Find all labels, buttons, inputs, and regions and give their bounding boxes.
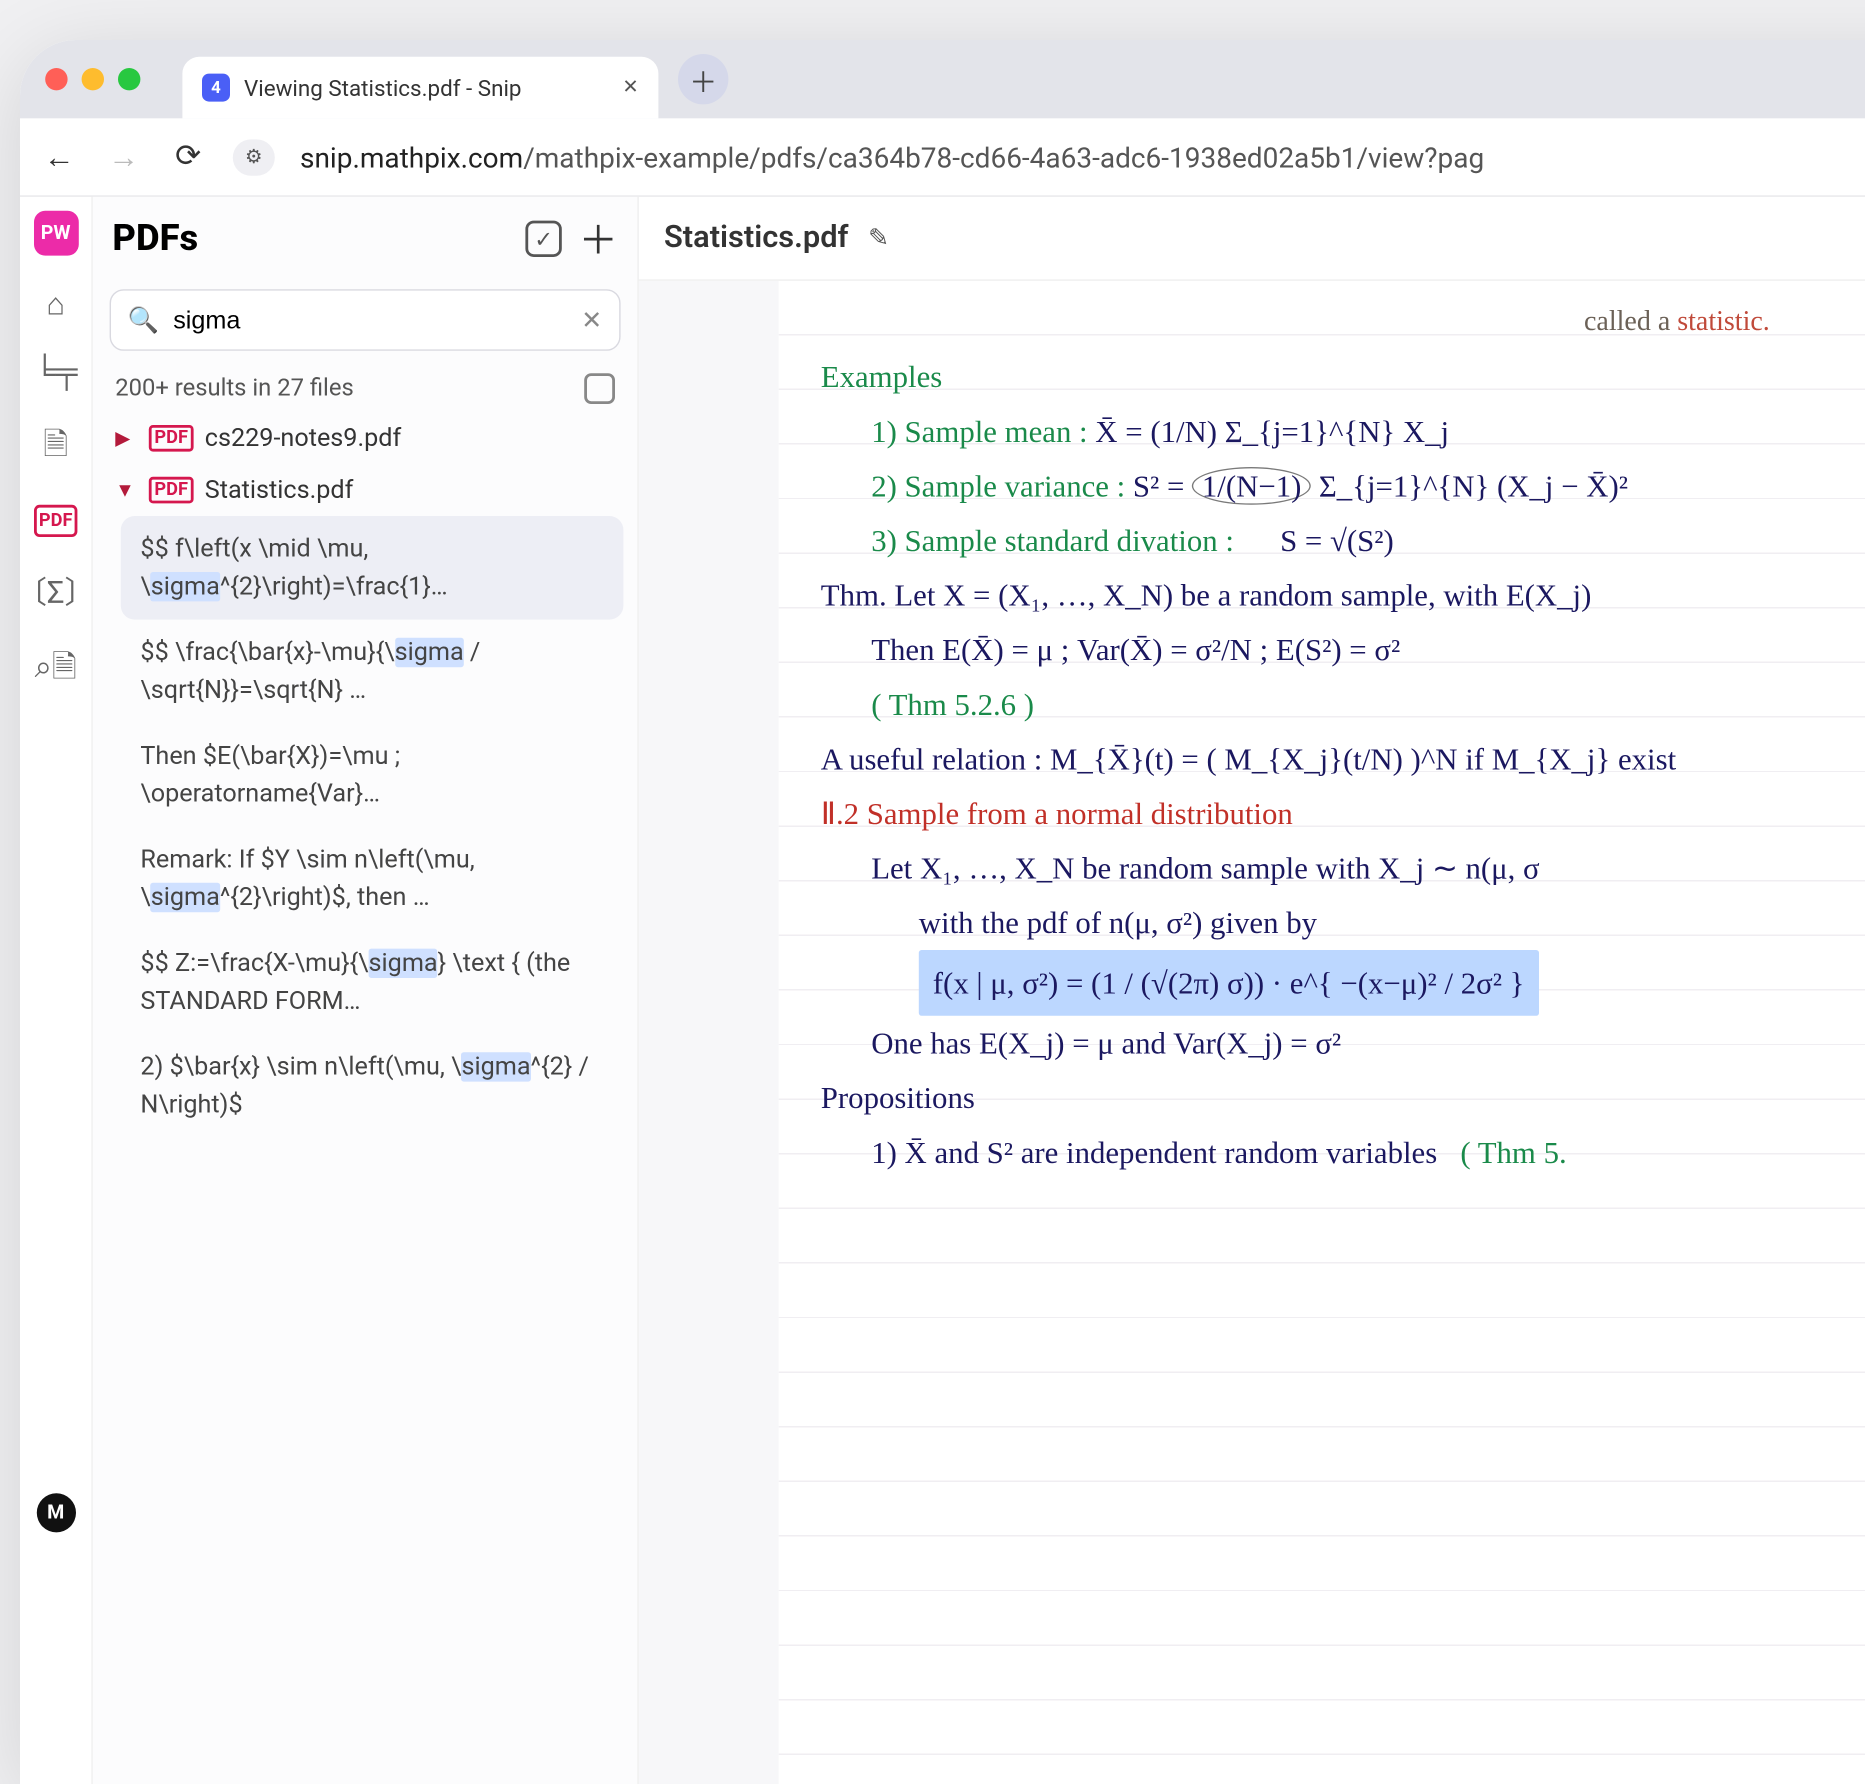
url-host: snip.mathpix.com (300, 140, 523, 174)
example-formula: S = √(S²) (1280, 523, 1394, 558)
reload-button[interactable]: ⟳ (168, 139, 207, 174)
heading-examples: Examples (821, 349, 1865, 404)
new-tab-button[interactable]: ＋ (678, 54, 728, 104)
workspace-badge[interactable]: PW (33, 211, 78, 256)
one-has-line: One has E(X_j) = μ and Var(X_j) = σ² (821, 1016, 1865, 1071)
clear-search-button[interactable]: ✕ (581, 305, 602, 334)
chevron-down-icon: ▼ (115, 478, 137, 502)
search-hit[interactable]: $$ \frac{\bar{x}-\mu}{\sigma / \sqrt{N}}… (121, 620, 624, 724)
capture-icon[interactable]: 〔Σ〕 (20, 568, 95, 613)
file-name: cs229-notes9.pdf (205, 424, 401, 453)
pdf-badge-icon: PDF (149, 425, 194, 452)
tab-title: Viewing Statistics.pdf - Snip (244, 74, 521, 101)
edit-title-button[interactable]: ✎ (868, 223, 889, 252)
collapse-all-button[interactable] (584, 373, 615, 404)
let-line: Let X₁, …, X_N be random sample with X_j… (871, 851, 1539, 886)
close-window-button[interactable] (45, 68, 67, 90)
browser-window: 4 Viewing Statistics.pdf - Snip ✕ ＋ ← → … (20, 40, 1865, 1784)
nav-rail: PW ⌂ ╘╤ 🗎 PDF 〔Σ〕 ⌕🗎 M (20, 197, 93, 1784)
search-hit[interactable]: Then $E(\bar{X})=\mu ; \operatorname{Var… (121, 723, 624, 827)
chevron-right-icon: ▶ (115, 427, 137, 449)
url-field[interactable]: snip.mathpix.com/mathpix-example/pdfs/ca… (300, 140, 1484, 174)
pdf-page: called a statistic. Examples 1) Sample m… (779, 281, 1865, 1784)
file-name: Statistics.pdf (205, 475, 354, 504)
sidebar-header: PDFs ✓ ＋ (93, 197, 638, 281)
search-input[interactable] (173, 305, 567, 334)
app-root: PW ⌂ ╘╤ 🗎 PDF 〔Σ〕 ⌕🗎 M PDFs ✓ ＋ 🔍 ✕ (20, 197, 1865, 1784)
example-label: 2) Sample variance : (871, 468, 1125, 503)
document-icon[interactable]: 🗎 (43, 421, 68, 474)
nav-forward-button[interactable]: → (104, 139, 143, 175)
search-box[interactable]: 🔍 ✕ (110, 289, 621, 351)
search-hit[interactable]: $$ Z:=\frac{X-\mu}{\sigma} \text { (the … (121, 930, 624, 1034)
browser-tab[interactable]: 4 Viewing Statistics.pdf - Snip ✕ (182, 57, 658, 119)
tab-favicon: 4 (202, 74, 230, 102)
page-text: statistic. (1677, 306, 1770, 337)
sidebar-title: PDFs (112, 218, 508, 260)
pdf-badge-icon: PDF (149, 477, 194, 504)
window-controls (45, 40, 168, 118)
proposition-line: 1) X̄ and S² are independent random vari… (871, 1135, 1437, 1170)
url-path: /mathpix-example/pdfs/ca364b78-cd66-4a63… (523, 140, 1484, 174)
search-hit[interactable]: Remark: If $Y \sim n\left(\mu, \sigma^{2… (121, 827, 624, 931)
nav-back-button[interactable]: ← (40, 139, 79, 175)
pdf-intro-line: with the pdf of n(μ, σ²) given by (821, 895, 1865, 950)
file-row-expanded[interactable]: ▼ PDF Statistics.pdf (93, 464, 638, 516)
results-summary-row: 200+ results in 27 files (93, 359, 638, 412)
theorem-line: Thm. Let X = (X₁, …, X_N) be a random sa… (821, 568, 1865, 623)
highlighted-formula: f(x | μ, σ²) = (1 / (√(2π) σ)) · e^{ −(x… (919, 950, 1539, 1016)
file-row-collapsed[interactable]: ▶ PDF cs229-notes9.pdf (93, 412, 638, 464)
page-text: called a (1584, 306, 1677, 337)
tab-strip: 4 Viewing Statistics.pdf - Snip ✕ ＋ (20, 40, 1865, 118)
close-tab-button[interactable]: ✕ (622, 76, 638, 98)
address-bar: ← → ⟳ ⚙ snip.mathpix.com/mathpix-example… (20, 118, 1865, 196)
pdf-icon[interactable]: PDF (33, 505, 78, 537)
tree-icon[interactable]: ╘╤ (34, 354, 78, 390)
example-label: 1) Sample mean : (871, 414, 1087, 449)
select-mode-button[interactable]: ✓ (525, 221, 561, 257)
relation-line: A useful relation : M_{X̄}(t) = ( M_{X_j… (821, 732, 1865, 787)
proposition-ref: ( Thm 5. (1460, 1135, 1566, 1170)
main-pane: Statistics.pdf ✎ ⊕ ⊖ ⤓ called a statisti… (639, 197, 1865, 1784)
site-controls-button[interactable]: ⚙ (233, 139, 275, 175)
circled-term: 1/(N−1) (1192, 467, 1311, 505)
theorem-line: ; E(S²) = σ² (1252, 632, 1400, 667)
search-doc-icon[interactable]: ⌕🗎 (35, 643, 77, 696)
doc-header: Statistics.pdf ✎ ⊕ ⊖ ⤓ (639, 197, 1865, 281)
propositions-heading: Propositions (821, 1070, 1865, 1125)
minimize-window-button[interactable] (82, 68, 104, 90)
sidebar: PDFs ✓ ＋ 🔍 ✕ 200+ results in 27 files ▶ … (93, 197, 639, 1784)
example-formula: S² = (1133, 468, 1192, 503)
pdf-viewer[interactable]: called a statistic. Examples 1) Sample m… (639, 281, 1865, 1784)
example-formula: X̄ = (1/N) Σ_{j=1}^{N} X_j (1095, 414, 1449, 449)
theorem-formula: σ²/N (1195, 632, 1252, 667)
section-heading: Ⅱ.2 Sample from a normal distribution (821, 786, 1865, 841)
maximize-window-button[interactable] (118, 68, 140, 90)
add-pdf-button[interactable]: ＋ (579, 211, 618, 267)
doc-title: Statistics.pdf (664, 221, 848, 256)
search-icon: 🔍 (128, 305, 159, 334)
results-summary: 200+ results in 27 files (115, 375, 354, 403)
search-hit[interactable]: 2) $\bar{x} \sim n\left(\mu, \sigma^{2} … (121, 1034, 624, 1138)
home-icon[interactable]: ⌂ (46, 286, 65, 322)
theorem-ref: ( Thm 5.2.6 ) (821, 677, 1865, 732)
profile-avatar[interactable]: M (36, 1493, 75, 1532)
example-formula: Σ_{j=1}^{N} (X_j − X̄)² (1311, 468, 1628, 503)
example-label: 3) Sample standard divation : (871, 523, 1234, 558)
theorem-line: Then E(X̄) = μ ; Var(X̄) = (871, 632, 1195, 667)
search-hits: $$ f\left(x \mid \mu, \sigma^{2}\right)=… (93, 516, 638, 1166)
search-hit[interactable]: $$ f\left(x \mid \mu, \sigma^{2}\right)=… (121, 516, 624, 620)
